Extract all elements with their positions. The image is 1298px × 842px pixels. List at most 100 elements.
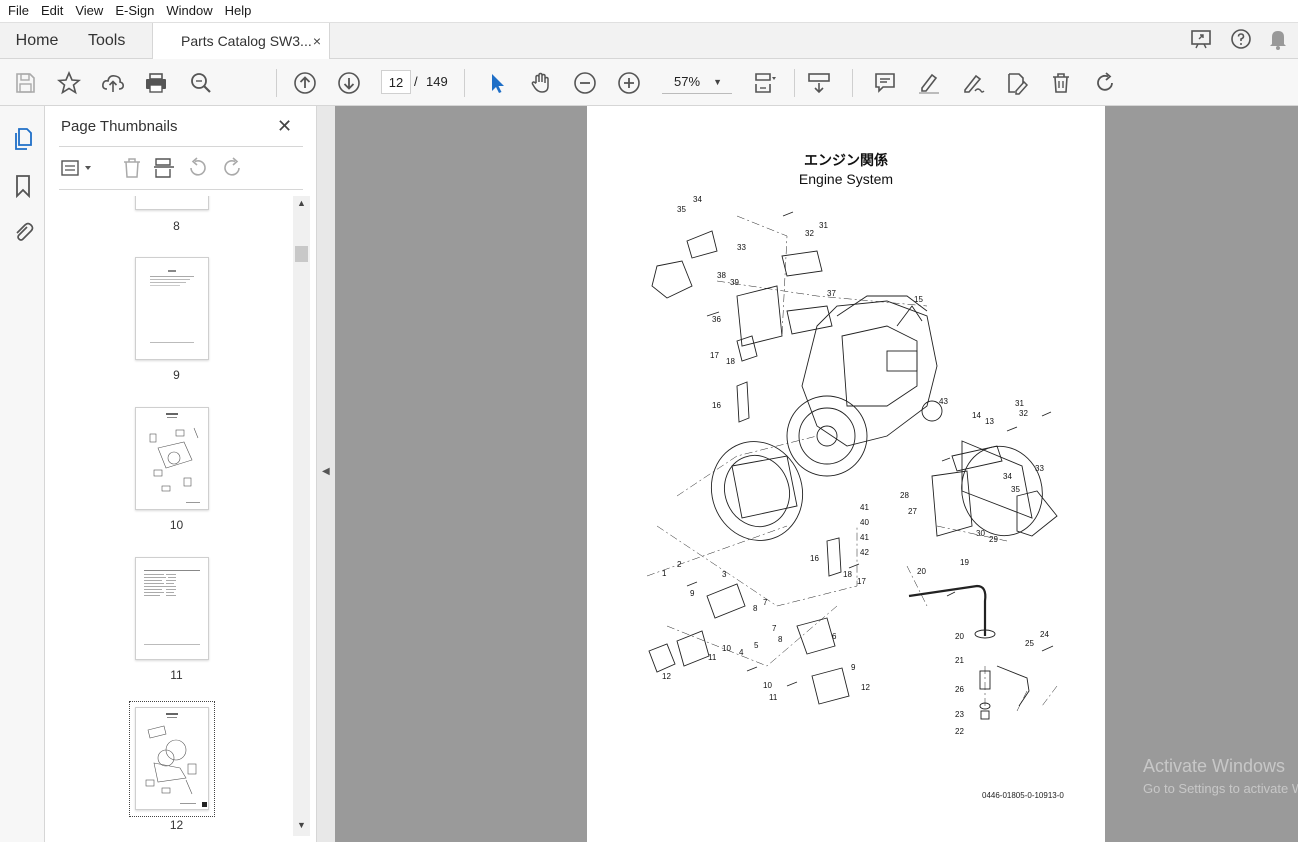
bell-icon[interactable] xyxy=(1268,28,1288,53)
thumbnail-page[interactable] xyxy=(135,407,209,510)
rotate-right-icon[interactable] xyxy=(221,156,243,180)
engine-exploded-diagram: 343533 323138 393715 361718 16 4314 13313… xyxy=(646,195,1058,736)
svg-text:6: 6 xyxy=(832,632,837,641)
scroll-down-icon[interactable]: ▼ xyxy=(297,820,306,830)
svg-text:16: 16 xyxy=(810,554,819,563)
panel-collapse-handle[interactable]: ◀ xyxy=(317,106,335,842)
zoom-in-icon[interactable] xyxy=(616,70,642,96)
svg-text:11: 11 xyxy=(769,693,778,702)
thumbnail-preview xyxy=(150,270,194,343)
page-down-icon[interactable] xyxy=(336,70,362,96)
svg-text:19: 19 xyxy=(960,558,969,567)
svg-text:24: 24 xyxy=(1040,630,1049,639)
tab-document[interactable]: Parts Catalog SW3... × xyxy=(152,23,330,59)
share-icon[interactable] xyxy=(1190,28,1214,53)
svg-text:33: 33 xyxy=(737,243,746,252)
help-icon[interactable] xyxy=(1230,28,1252,53)
scrollbar-thumb[interactable] xyxy=(295,246,308,262)
page-up-icon[interactable] xyxy=(292,70,318,96)
thumbnail-scrollbar[interactable]: ▲ ▼ xyxy=(293,196,310,836)
svg-text:5: 5 xyxy=(754,641,759,650)
panel-close-icon[interactable]: ✕ xyxy=(277,116,292,137)
upload-icon[interactable] xyxy=(100,70,126,96)
scroll-mode-icon[interactable] xyxy=(806,70,832,96)
svg-text:1: 1 xyxy=(662,569,667,578)
document-view[interactable]: エンジン関係 Engine System 34 35 33 32 31 38 3… xyxy=(335,106,1298,842)
cursor-icon[interactable] xyxy=(484,70,510,96)
menu-esign[interactable]: E-Sign xyxy=(109,0,160,22)
svg-text:10: 10 xyxy=(763,681,772,690)
edit-icon[interactable] xyxy=(1004,70,1030,96)
rotate-icon[interactable] xyxy=(1092,70,1118,96)
svg-text:18: 18 xyxy=(843,570,852,579)
menu-help[interactable]: Help xyxy=(219,0,258,22)
fit-page-icon[interactable] xyxy=(752,70,778,96)
tab-close-icon[interactable]: × xyxy=(313,33,321,49)
thumbnail-preview xyxy=(145,713,207,807)
highlight-icon[interactable] xyxy=(916,70,942,96)
print-icon[interactable] xyxy=(143,70,169,96)
sign-icon[interactable] xyxy=(960,70,986,96)
toolbar-separator xyxy=(852,69,853,97)
divider xyxy=(59,189,303,190)
menu-edit[interactable]: Edit xyxy=(35,0,69,22)
comment-icon[interactable] xyxy=(872,70,898,96)
menu-window[interactable]: Window xyxy=(160,0,218,22)
page-number-input[interactable] xyxy=(381,70,411,94)
page-total: 149 xyxy=(426,74,448,89)
insert-page-icon[interactable] xyxy=(153,156,175,180)
svg-text:12: 12 xyxy=(861,683,870,692)
thumbnail-page-selected[interactable] xyxy=(135,707,209,810)
svg-text:26: 26 xyxy=(955,685,964,694)
svg-text:32: 32 xyxy=(805,229,814,238)
menu-view[interactable]: View xyxy=(69,0,109,22)
tab-tools[interactable]: Tools xyxy=(74,23,152,58)
bookmark-icon[interactable] xyxy=(10,173,36,199)
svg-text:18: 18 xyxy=(726,357,735,366)
svg-text:15: 15 xyxy=(914,295,923,304)
thumbnails-panel: Page Thumbnails ✕ 8 9 10 11 12 xyxy=(45,106,317,842)
zoom-out-icon[interactable] xyxy=(572,70,598,96)
rotate-left-icon[interactable] xyxy=(187,156,209,180)
svg-text:42: 42 xyxy=(860,548,869,557)
star-icon[interactable] xyxy=(56,70,82,96)
save-icon[interactable] xyxy=(12,70,38,96)
toolbar-separator xyxy=(794,69,795,97)
thumbnail-page[interactable] xyxy=(135,196,209,210)
drawing-code: 0446-01805-0-10913-0 xyxy=(982,791,1064,800)
tab-home[interactable]: Home xyxy=(0,23,74,58)
zoom-select[interactable]: 57% ▼ xyxy=(662,70,732,94)
svg-text:40: 40 xyxy=(860,518,869,527)
svg-text:8: 8 xyxy=(753,604,758,613)
svg-text:41: 41 xyxy=(860,533,869,542)
delete-icon[interactable] xyxy=(1048,70,1074,96)
thumbnail-page[interactable] xyxy=(135,557,209,660)
menu-file[interactable]: File xyxy=(2,0,35,22)
attachment-icon[interactable] xyxy=(10,218,36,244)
thumbnail-label: 9 xyxy=(173,368,180,382)
page-thumbnails-icon[interactable] xyxy=(10,126,36,152)
svg-text:38: 38 xyxy=(717,271,726,280)
svg-text:25: 25 xyxy=(1025,639,1034,648)
svg-text:43: 43 xyxy=(939,397,948,406)
thumbnail-label: 11 xyxy=(170,668,183,682)
scroll-up-icon[interactable]: ▲ xyxy=(297,198,306,208)
left-rail xyxy=(0,106,45,842)
svg-text:27: 27 xyxy=(908,507,917,516)
thumbnail-page[interactable] xyxy=(135,257,209,360)
delete-page-icon[interactable] xyxy=(121,156,143,180)
hand-icon[interactable] xyxy=(528,70,554,96)
tab-bar: Home Tools Parts Catalog SW3... × xyxy=(0,22,1298,59)
svg-text:31: 31 xyxy=(1015,399,1024,408)
svg-text:37: 37 xyxy=(827,289,836,298)
svg-text:36: 36 xyxy=(712,315,721,324)
thumbnail-options-icon[interactable] xyxy=(61,156,95,180)
panel-title: Page Thumbnails xyxy=(61,118,178,135)
thumbnail-preview xyxy=(149,413,200,503)
search-zoom-icon[interactable] xyxy=(188,70,214,96)
zoom-value: 57% xyxy=(674,74,701,89)
svg-text:8: 8 xyxy=(778,635,783,644)
toolbar-separator xyxy=(276,69,277,97)
toolbar-separator xyxy=(464,69,465,97)
divider xyxy=(59,146,303,147)
